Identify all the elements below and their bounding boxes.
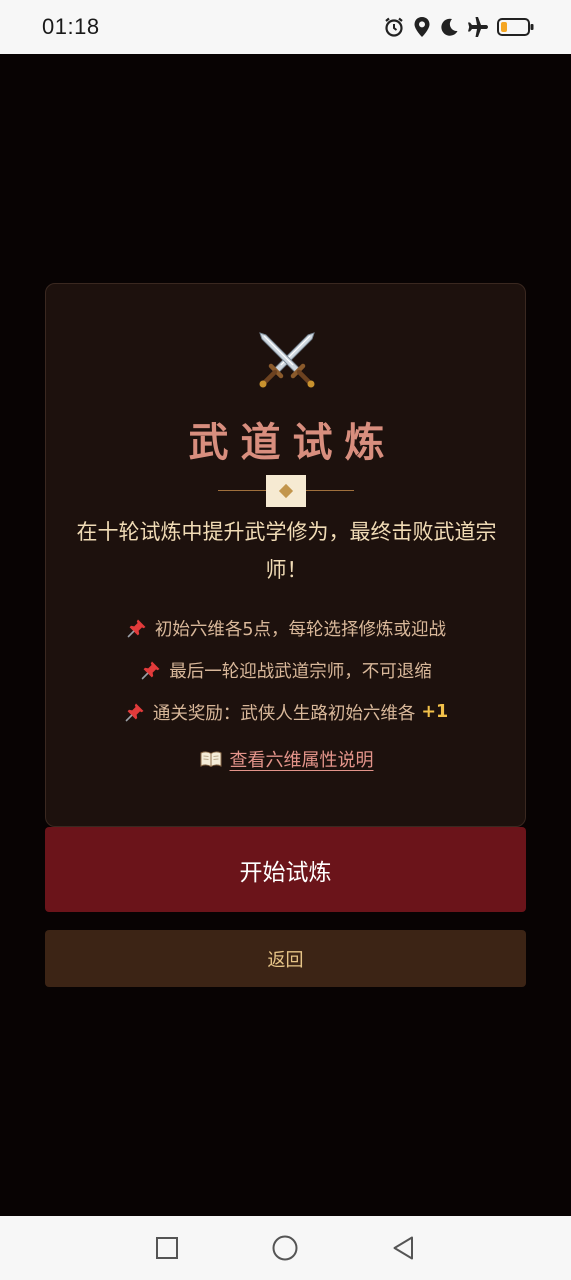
pin-icon [125, 702, 145, 722]
recent-apps-icon[interactable] [153, 1234, 181, 1262]
book-icon [200, 750, 222, 768]
airplane-icon [467, 16, 489, 38]
moon-icon [439, 17, 459, 37]
diamond-icon [278, 483, 294, 499]
system-nav-bar [0, 1216, 571, 1280]
page-title: 武道试炼 [188, 420, 397, 466]
status-icons [383, 16, 535, 38]
reward-highlight: +1 [421, 702, 449, 722]
rule-item: 初始六维各5点，每轮选择修炼或迎战 [46, 607, 527, 649]
rule-text: 通关奖励：武侠人生路初始六维各 [152, 703, 416, 724]
status-bar: 01:18 [0, 0, 571, 54]
rule-item: 最后一轮迎战武道宗师，不可退缩 [46, 649, 527, 691]
trial-description: 在十轮试炼中提升武学修为，最终击败武道宗师！ [76, 520, 497, 582]
crossed-swords-icon [46, 330, 527, 394]
rule-text: 初始六维各5点，每轮选择修炼或迎战 [154, 619, 447, 640]
attributes-help-link[interactable]: 查看六维属性说明 [46, 746, 527, 772]
pin-icon [127, 618, 147, 638]
rule-item: 通关奖励：武侠人生路初始六维各 +1 [46, 691, 527, 733]
rules-list: 初始六维各5点，每轮选择修炼或迎战 最后一轮迎战武道宗师，不可退缩 通关奖励：武… [46, 607, 527, 733]
trial-card: 武道试炼 在十轮试炼中提升武学修为，最终击败武道宗师！ 初始六维各5点，每轮选择… [45, 283, 526, 827]
alarm-icon [383, 16, 405, 38]
status-time: 01:18 [42, 14, 100, 39]
attributes-help-label[interactable]: 查看六维属性说明 [230, 746, 374, 772]
ornament-divider [218, 475, 354, 507]
back-button[interactable]: 返回 [45, 930, 526, 987]
main-area: 武道试炼 在十轮试炼中提升武学修为，最终击败武道宗师！ 初始六维各5点，每轮选择… [0, 54, 571, 1216]
start-trial-button[interactable]: 开始试炼 [45, 827, 526, 912]
home-icon[interactable] [271, 1234, 299, 1262]
pin-icon [141, 660, 161, 680]
battery-icon [497, 16, 535, 38]
back-icon[interactable] [390, 1234, 418, 1262]
rule-text: 最后一轮迎战武道宗师，不可退缩 [169, 661, 432, 682]
location-icon [413, 16, 431, 38]
